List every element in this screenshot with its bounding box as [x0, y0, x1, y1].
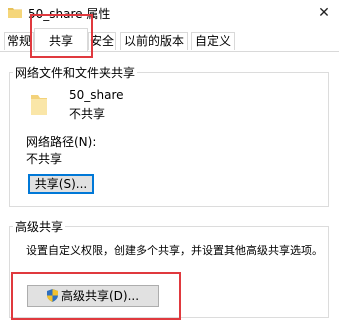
- folder-small-icon: [8, 8, 22, 18]
- tab-general[interactable]: 常规: [4, 32, 34, 50]
- advanced-sharing-title: 高级共享: [13, 218, 66, 235]
- tab-security[interactable]: 安全: [88, 32, 116, 50]
- close-icon[interactable]: ✕: [313, 2, 335, 24]
- network-sharing-title: 网络文件和文件夹共享: [13, 64, 138, 81]
- advanced-sharing-button[interactable]: 高级共享(D)...: [27, 285, 159, 307]
- tab-customize[interactable]: 自定义: [191, 32, 235, 50]
- folder-name: 50_share: [69, 88, 124, 102]
- tab-previous-versions[interactable]: 以前的版本: [120, 32, 188, 50]
- folder-share-status: 不共享: [69, 107, 106, 121]
- advanced-sharing-description: 设置自定义权限，创建多个共享，并设置其他高级共享选项。: [26, 244, 323, 257]
- network-path-label: 网络路径(N):: [26, 135, 97, 149]
- title-bar: 50_share 属性 ✕: [0, 0, 339, 26]
- network-path-value: 不共享: [26, 152, 63, 166]
- window-title: 50_share 属性: [28, 7, 111, 21]
- tab-strip: 常规 共享 安全 以前的版本 自定义: [0, 28, 339, 52]
- tab-sharing[interactable]: 共享: [34, 28, 88, 51]
- folder-icon: [31, 95, 47, 115]
- advanced-sharing-button-label: 高级共享(D)...: [60, 289, 140, 303]
- uac-shield-icon: [46, 289, 58, 302]
- share-button[interactable]: 共享(S)...: [28, 174, 94, 194]
